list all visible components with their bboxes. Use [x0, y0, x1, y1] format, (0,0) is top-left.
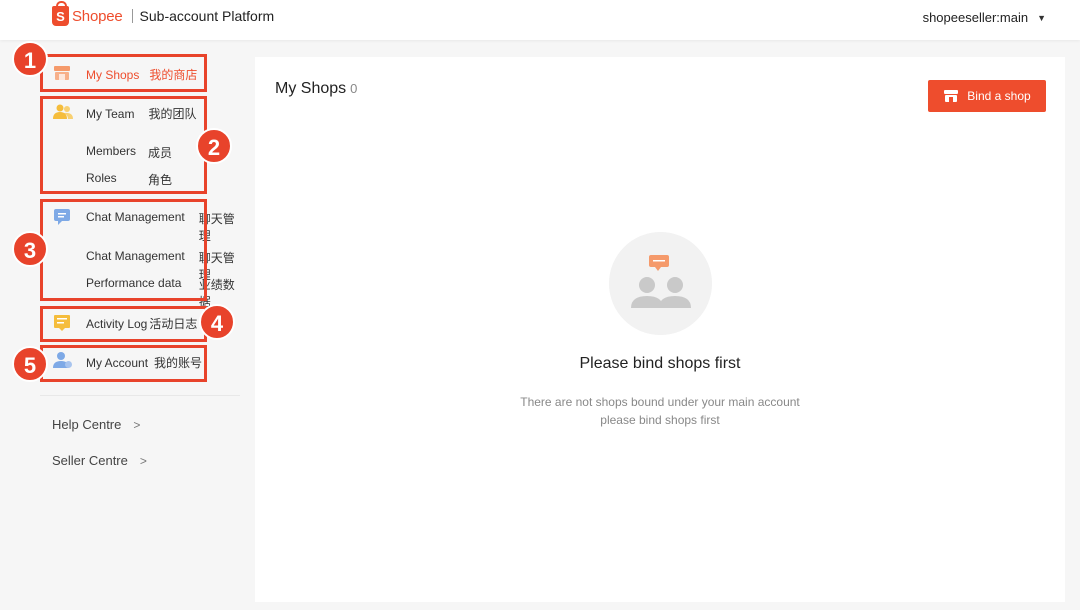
chevron-right-icon: >	[133, 417, 141, 432]
logo-text: Shopee	[72, 7, 123, 25]
annotation-box-3	[40, 199, 207, 301]
caret-down-icon: ▼	[1037, 12, 1046, 23]
empty-state-people-icon	[609, 232, 712, 335]
annotation-box-5	[40, 345, 207, 382]
shop-icon	[944, 90, 959, 102]
logo-divider	[131, 9, 133, 23]
empty-state-description: There are not shops bound under your mai…	[255, 393, 1065, 429]
chevron-right-icon: >	[139, 453, 147, 468]
shop-count: 0	[350, 81, 358, 96]
shopee-logo[interactable]: S Shopee Sub-account Platform	[52, 1, 275, 26]
help-centre-link[interactable]: Help Centre >	[52, 417, 140, 432]
annotation-badge-3: 3	[12, 231, 48, 267]
seller-centre-link[interactable]: Seller Centre >	[52, 453, 147, 468]
annotation-box-1	[40, 54, 207, 92]
annotation-box-4	[40, 306, 207, 342]
help-centre-label: Help Centre	[52, 417, 122, 432]
annotation-badge-1: 1	[12, 41, 48, 77]
shopee-bag-icon: S	[52, 1, 69, 26]
page-title: My Shops 0	[275, 80, 357, 98]
annotation-badge-5: 5	[12, 346, 48, 382]
bind-shop-label: Bind a shop	[967, 89, 1031, 103]
page-title-text: My Shops	[275, 80, 347, 97]
annotation-badge-2: 2	[196, 128, 232, 164]
account-dropdown[interactable]: shopeeseller:main ▼	[923, 10, 1046, 25]
empty-state-line-2: please bind shops first	[600, 413, 720, 427]
top-header: S Shopee Sub-account Platform shopeesell…	[0, 0, 1080, 40]
platform-title: Sub-account Platform	[139, 8, 275, 24]
annotation-box-2	[40, 96, 207, 194]
sidebar-divider	[40, 395, 240, 396]
empty-state-title: Please bind shops first	[579, 355, 741, 372]
bind-shop-button[interactable]: Bind a shop	[928, 80, 1046, 112]
annotation-badge-4: 4	[199, 304, 235, 340]
seller-centre-label: Seller Centre	[52, 453, 128, 468]
account-name: shopeeseller:main	[922, 10, 1029, 25]
my-shops-card: My Shops 0 Bind a shop Please bind shops …	[255, 57, 1065, 602]
empty-state-line-1: There are not shops bound under your mai…	[520, 395, 800, 409]
